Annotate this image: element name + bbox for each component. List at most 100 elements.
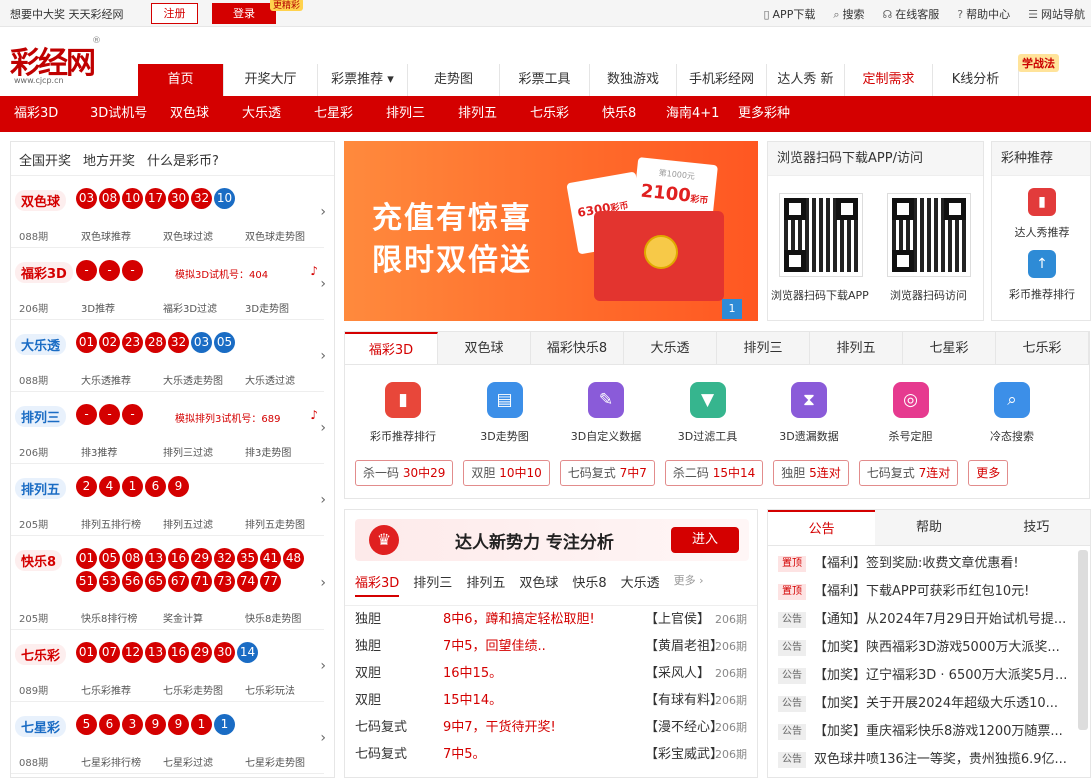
sub-nav-item[interactable]: 七星彩 [314, 96, 386, 132]
draw-result-row[interactable]: 七星彩 5 6 3 9 9 1 1 088期 七星彩排行榜 七星彩过滤 七星彩走势图 › [11, 702, 327, 774]
stat-chip[interactable]: 七码复式 7中7 [559, 460, 655, 486]
stat-chip[interactable]: 杀二码 15中14 [664, 460, 764, 486]
expert-row-author[interactable]: 【漫不经心】 [645, 714, 723, 741]
lottery-name[interactable]: 快乐8 [15, 550, 63, 571]
chevron-right-icon[interactable]: › [320, 348, 326, 364]
enter-button[interactable]: 进入 [671, 527, 739, 553]
draw-results-tab[interactable]: 全国开奖 [19, 150, 71, 175]
sub-nav-item[interactable]: 七乐彩 [530, 96, 602, 132]
game-tab[interactable]: 排列三 [717, 332, 810, 364]
expert-tab[interactable]: 大乐透 [621, 572, 660, 597]
notice-row[interactable]: 置顶 【福利】下载APP可获彩币红包10元! [768, 578, 1090, 606]
notice-row[interactable]: 置顶 【福利】签到奖励:收费文章优惠看! [768, 550, 1090, 578]
lottery-name[interactable]: 大乐透 [15, 334, 67, 355]
game-tab[interactable]: 福彩快乐8 [531, 332, 624, 364]
sub-nav-item[interactable]: 福彩3D [14, 96, 90, 132]
expert-row-author[interactable]: 【采风人】 [645, 660, 710, 687]
expert-row-author[interactable]: 【彩宝威武】 [645, 741, 723, 768]
main-nav-item[interactable]: K线分析 [933, 64, 1019, 96]
top-link[interactable]: ? 帮助中心 [957, 6, 1010, 22]
lottery-link[interactable]: 排3推荐 [81, 444, 163, 459]
game-tool[interactable]: ▮ 彩币推荐排行 [355, 382, 451, 444]
expert-tab[interactable]: 福彩3D [355, 572, 400, 597]
game-tool[interactable]: ✎ 3D自定义数据 [558, 382, 654, 444]
notice-row[interactable]: 公告 【加奖】陕西福彩3D游戏5000万大派奖... [768, 634, 1090, 662]
bell-icon[interactable]: ♪ [310, 264, 318, 278]
sub-nav-item[interactable]: 3D试机号 [90, 96, 170, 132]
lottery-link[interactable]: 快乐8排行榜 [81, 610, 163, 625]
expert-row[interactable]: 七码复式 9中7，干货待开奖! 【漫不经心】 206期 [345, 714, 757, 741]
expert-row[interactable]: 双胆 15中14。 【有球有料】 206期 [345, 687, 757, 714]
notice-row[interactable]: 公告 【加奖】辽宁福彩3D · 6500万大派奖5月... [768, 662, 1090, 690]
notice-row[interactable]: 公告 【通知】从2024年7月29日开始试机号提... [768, 606, 1090, 634]
banner-page-indicator[interactable]: 1 [722, 299, 742, 319]
draw-results-tab[interactable]: 地方开奖 [83, 150, 135, 175]
lottery-link[interactable]: 双色球过滤 [163, 228, 245, 243]
main-nav-item[interactable]: 达人秀 新 [767, 64, 845, 96]
lottery-name[interactable]: 福彩3D [15, 262, 73, 283]
expert-tab[interactable]: 排列五 [466, 572, 505, 597]
expert-row-author[interactable]: 【上官侯】 [645, 606, 710, 633]
lottery-link[interactable]: 排列五过滤 [163, 516, 245, 531]
sub-nav-item[interactable]: 双色球 [170, 96, 242, 132]
main-nav-item[interactable]: 数独游戏 [590, 64, 677, 96]
sub-nav-item[interactable]: 排列三 [386, 96, 458, 132]
main-nav-item[interactable]: 手机彩经网 [677, 64, 767, 96]
game-tab[interactable]: 福彩3D [345, 332, 438, 364]
lottery-link[interactable]: 排3走势图 [245, 444, 327, 459]
lottery-link[interactable]: 双色球走势图 [245, 228, 327, 243]
expert-row[interactable]: 七码复式 7中5。 【彩宝威武】 206期 [345, 741, 757, 768]
notice-row[interactable]: 公告 【加奖】关于开展2024年超级大乐透10... [768, 690, 1090, 718]
sub-nav-item[interactable]: 排列五 [458, 96, 530, 132]
lottery-name[interactable]: 排列五 [15, 478, 67, 499]
notice-row[interactable]: 公告 【加奖】重庆福彩快乐8游戏1200万随票... [768, 718, 1090, 746]
game-tool[interactable]: ⧗ 3D遗漏数据 [761, 382, 857, 444]
top-link[interactable]: ⌕ 搜索 [833, 6, 864, 22]
expert-row[interactable]: 独胆 8中6，蹲和搞定轻松取胆! 【上官侯】 206期 [345, 606, 757, 633]
lottery-link[interactable]: 快乐8走势图 [245, 610, 327, 625]
lottery-link[interactable]: 排列三过滤 [163, 444, 245, 459]
notice-row[interactable]: 公告 双色球井喷136注一等奖，贵州独揽6.9亿... [768, 746, 1090, 774]
chevron-right-icon[interactable]: › [320, 658, 326, 674]
top-link[interactable]: ☊ 在线客服 [883, 6, 940, 22]
draw-results-tab[interactable]: 什么是彩币? [147, 150, 219, 175]
expert-row-author[interactable]: 【有球有料】 [645, 687, 723, 714]
lottery-name[interactable]: 双色球 [15, 190, 67, 211]
lottery-link[interactable]: 七星彩走势图 [245, 754, 327, 769]
sub-nav-item[interactable]: 海南4+1 [666, 96, 738, 132]
expert-tab[interactable]: 快乐8 [572, 572, 606, 597]
lottery-link[interactable]: 七乐彩走势图 [163, 682, 245, 697]
chevron-right-icon[interactable]: › [320, 204, 326, 220]
sub-nav-item[interactable]: 快乐8 [602, 96, 666, 132]
notice-tab[interactable]: 公告 [768, 510, 876, 545]
top-link[interactable]: ☰ 网站导航 [1028, 6, 1085, 22]
sub-nav-item[interactable]: 更多彩种 [738, 96, 814, 132]
recommend-link[interactable]: 达人秀推荐 [992, 224, 1091, 240]
bell-icon[interactable]: ♪ [310, 408, 318, 422]
game-tool[interactable]: ▼ 3D过滤工具 [660, 382, 756, 444]
draw-result-row[interactable]: 七乐彩 01 07 12 13 16 29 30 14 089期 七乐彩推荐 七乐彩走势图 七乐彩玩法 › [11, 630, 326, 702]
draw-result-row[interactable]: 双色球 03 08 10 17 30 32 10 088期 双色球推荐 双色球过滤 双色球走势图 › [11, 176, 327, 248]
expert-tab[interactable]: 排列三 [413, 572, 452, 597]
up-arrow-icon[interactable]: ↑ [1028, 250, 1056, 278]
main-nav-item[interactable]: 首页 [138, 64, 224, 96]
chevron-right-icon[interactable]: › [320, 492, 326, 508]
lottery-link[interactable]: 福彩3D过滤 [163, 300, 245, 315]
game-tab[interactable]: 双色球 [438, 332, 531, 364]
lottery-link[interactable]: 排列五排行榜 [81, 516, 163, 531]
game-tab[interactable]: 七星彩 [903, 332, 996, 364]
lottery-link[interactable]: 大乐透推荐 [81, 372, 163, 387]
expert-tab[interactable]: 双色球 [519, 572, 558, 597]
lottery-name[interactable]: 排列三 [15, 406, 67, 427]
lottery-link[interactable]: 奖金计算 [163, 610, 245, 625]
draw-result-row[interactable]: 福彩3D - - - 模拟3D试机号：404 ♪ 206期 3D推荐 福彩3D过滤 3D走势图 › [11, 248, 326, 320]
main-nav-item[interactable]: 开奖大厅 [224, 64, 318, 96]
stat-chip[interactable]: 七码复式 7连对 [858, 460, 959, 486]
recommend-link[interactable]: 彩币推荐排行 [992, 286, 1091, 302]
expert-row-author[interactable]: 【黄眉老祖】 [645, 633, 723, 660]
lottery-name[interactable]: 七乐彩 [15, 644, 67, 665]
stat-chip[interactable]: 双胆 10中10 [463, 460, 550, 486]
game-tool[interactable]: ▤ 3D走势图 [457, 382, 553, 444]
expert-row[interactable]: 独胆 7中5，回望佳绩.. 【黄眉老祖】 206期 [345, 633, 757, 660]
stat-chip[interactable]: 独胆 5连对 [773, 460, 849, 486]
